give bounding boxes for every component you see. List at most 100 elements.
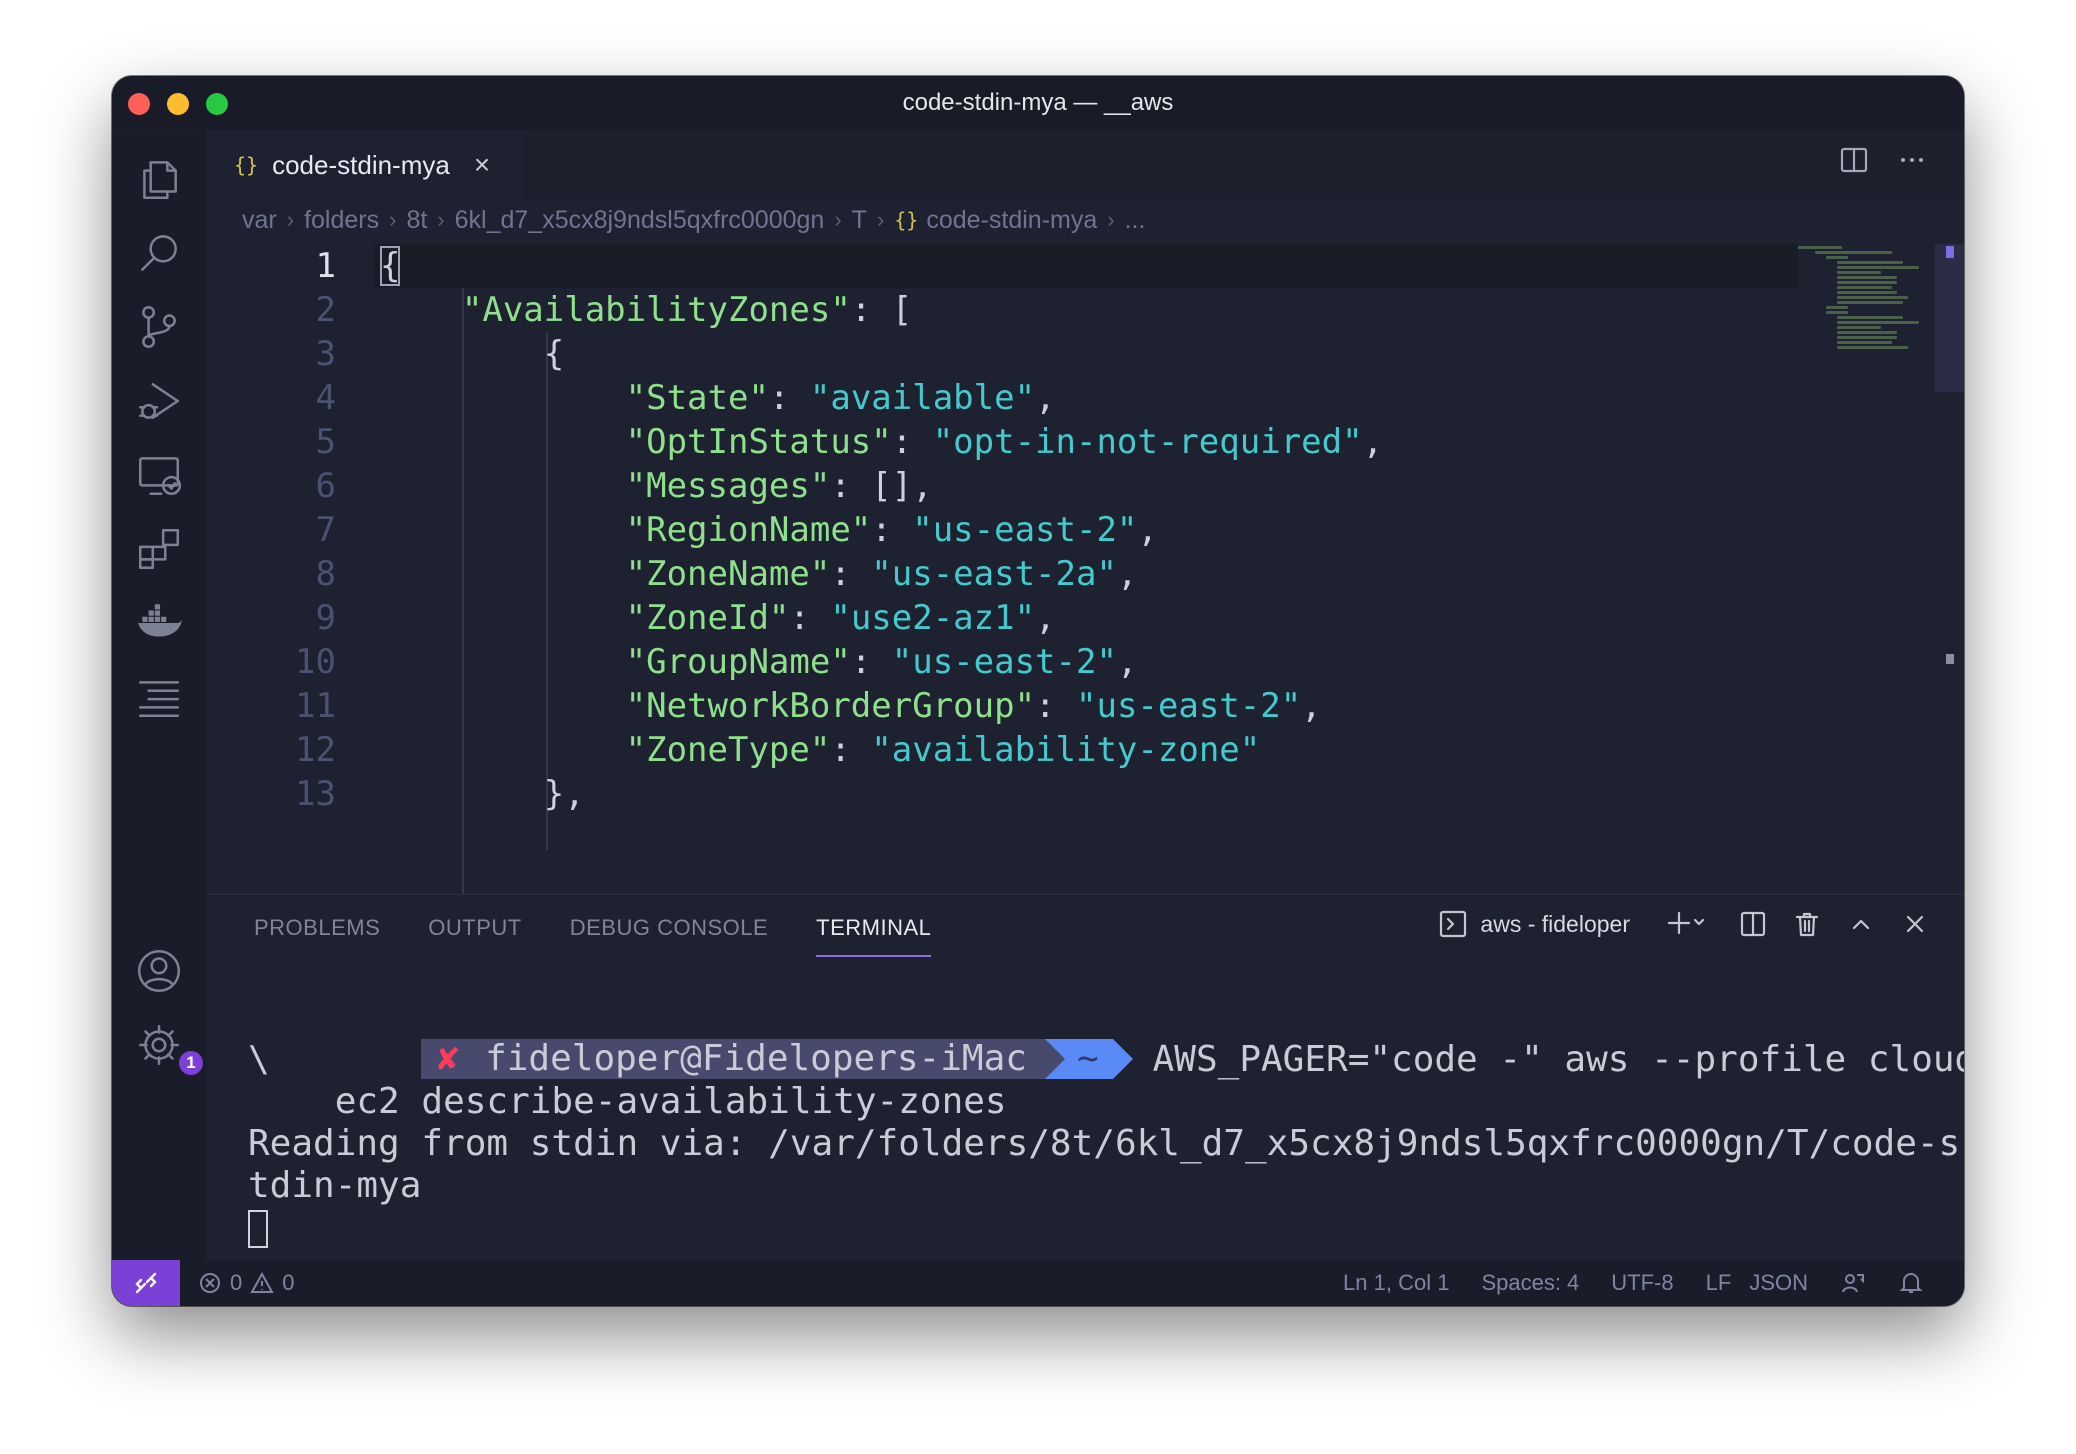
prompt-dir-segment: ~ <box>1064 1038 1113 1079</box>
code-content[interactable]: { "AvailabilityZones": [ { "State": "ava… <box>380 244 1383 816</box>
breadcrumb-item[interactable]: 8t <box>406 206 427 235</box>
window-controls <box>128 93 228 115</box>
json-key: "GroupName" <box>625 642 851 682</box>
outline-icon[interactable] <box>132 670 186 724</box>
end-of-line[interactable]: LF <box>1706 1270 1732 1296</box>
json-punctuation: : <box>1035 686 1076 726</box>
code-line: "Messages": [], <box>380 464 1383 508</box>
editor-actions <box>1838 144 1928 176</box>
error-status-icon: ✘ <box>437 1038 460 1079</box>
json-punctuation: : <box>830 554 872 594</box>
minimize-window-button[interactable] <box>167 93 189 115</box>
search-icon[interactable] <box>132 226 186 280</box>
encoding[interactable]: UTF-8 <box>1611 1270 1673 1296</box>
cursor-position[interactable]: Ln 1, Col 1 <box>1343 1270 1449 1296</box>
split-terminal-icon[interactable] <box>1738 909 1768 939</box>
account-icon[interactable] <box>132 944 186 998</box>
breadcrumb-item[interactable]: T <box>852 206 867 235</box>
panel-tabs: PROBLEMS OUTPUT DEBUG CONSOLE TERMINAL <box>254 915 932 957</box>
terminal-line: tdin-mya <box>248 1165 422 1206</box>
code-line: "NetworkBorderGroup": "us-east-2", <box>380 684 1383 728</box>
manage-gear-icon[interactable]: 1 <box>132 1018 206 1078</box>
line-number: 9 <box>315 598 336 638</box>
breadcrumb-item[interactable]: folders <box>304 206 379 235</box>
run-debug-icon[interactable] <box>132 374 186 428</box>
trash-icon[interactable] <box>1792 909 1822 939</box>
json-file-icon: {} <box>234 153 259 177</box>
warning-count: 0 <box>282 1270 295 1295</box>
terminal-cursor <box>248 1210 268 1248</box>
indentation[interactable]: Spaces: 4 <box>1481 1270 1579 1296</box>
json-string: "availability-zone" <box>871 730 1261 770</box>
json-punctuation: : <box>850 642 892 682</box>
problems-status[interactable]: 0 0 <box>198 1270 295 1296</box>
remote-icon <box>135 1272 157 1294</box>
source-control-icon[interactable] <box>132 300 186 354</box>
close-window-button[interactable] <box>128 93 150 115</box>
prompt-separator <box>1112 1039 1133 1079</box>
json-punctuation: : [ <box>850 290 913 330</box>
bell-icon[interactable] <box>1898 1270 1924 1296</box>
error-count: 0 <box>230 1270 243 1295</box>
line-number: 5 <box>315 422 336 462</box>
minimap[interactable] <box>1798 244 1919 404</box>
json-string: "opt-in-not-required" <box>932 422 1363 462</box>
json-punctuation: , <box>1035 378 1056 418</box>
scrollbar-marker <box>1946 654 1954 664</box>
code-line: { <box>380 244 1383 288</box>
line-number: 13 <box>295 774 336 814</box>
breadcrumb-item[interactable]: var <box>242 206 277 235</box>
json-key: "NetworkBorderGroup" <box>625 686 1036 726</box>
chevron-right-icon: › <box>1107 207 1115 232</box>
json-punctuation: { <box>380 246 401 286</box>
more-actions-icon[interactable] <box>1896 144 1928 176</box>
terminal-selector[interactable]: aws - fideloper <box>1438 909 1630 939</box>
bottom-panel: PROBLEMS OUTPUT DEBUG CONSOLE TERMINAL a… <box>206 894 1964 1261</box>
prompt-separator <box>1044 1039 1065 1079</box>
code-line: }, <box>380 772 1383 816</box>
split-editor-icon[interactable] <box>1838 144 1870 176</box>
editor-scrollbar[interactable] <box>1935 244 1964 392</box>
json-string: "us-east-2a" <box>871 554 1117 594</box>
json-string: "us-east-2" <box>912 510 1138 550</box>
line-number: 8 <box>315 554 336 594</box>
line-number: 12 <box>295 730 336 770</box>
code-line: "RegionName": "us-east-2", <box>380 508 1383 552</box>
breadcrumb-item[interactable]: 6kl_d7_x5cx8j9ndsl5qxfrc0000gn <box>455 206 825 235</box>
chevron-right-icon: › <box>876 207 885 232</box>
code-editor[interactable]: 1 2 3 4 5 6 7 8 9 10 11 12 13 { "AvailabilityZones":… <box>206 244 1964 894</box>
remote-indicator[interactable] <box>112 1260 180 1306</box>
extensions-icon[interactable] <box>132 522 186 576</box>
docker-icon[interactable] <box>132 596 186 650</box>
chevron-up-icon[interactable] <box>1846 909 1876 939</box>
status-right: Ln 1, Col 1 Spaces: 4 UTF-8 LF JSON <box>1343 1260 1924 1306</box>
zoom-window-button[interactable] <box>206 93 228 115</box>
json-punctuation: : <box>830 730 872 770</box>
line-number: 10 <box>295 642 336 682</box>
terminal[interactable]: ✘ fideloper@Fidelopers-iMac ~ AWS_PAGER="… <box>248 997 1964 1249</box>
breadcrumb-item[interactable]: ... <box>1125 206 1146 235</box>
line-number: 1 <box>315 246 336 286</box>
breadcrumb-item[interactable]: code-stdin-mya <box>926 206 1097 235</box>
json-string: "use2-az1" <box>830 598 1036 638</box>
new-terminal-plus-icon[interactable] <box>1654 909 1714 939</box>
language-mode[interactable]: JSON <box>1749 1270 1808 1296</box>
terminal-icon <box>1440 910 1467 938</box>
tab-code-stdin-mya[interactable]: {} code-stdin-mya × <box>206 130 524 200</box>
tab-label: code-stdin-mya <box>272 149 450 180</box>
json-punctuation: : <box>789 598 831 638</box>
terminal-line <box>248 1207 1924 1249</box>
tab-terminal[interactable]: TERMINAL <box>816 915 932 957</box>
feedback-icon[interactable] <box>1840 1270 1866 1296</box>
json-string: "available" <box>809 378 1036 418</box>
close-tab-icon[interactable]: × <box>474 149 490 181</box>
json-key: "OptInStatus" <box>625 422 892 462</box>
close-panel-icon[interactable] <box>1900 909 1930 939</box>
tab-output[interactable]: OUTPUT <box>428 915 521 957</box>
code-line: "AvailabilityZones": [ <box>380 288 1383 332</box>
tab-problems[interactable]: PROBLEMS <box>254 915 380 957</box>
tab-debug-console[interactable]: DEBUG CONSOLE <box>570 915 768 957</box>
explorer-icon[interactable] <box>132 152 186 206</box>
line-number: 11 <box>295 686 336 726</box>
remote-explorer-icon[interactable] <box>132 448 186 502</box>
